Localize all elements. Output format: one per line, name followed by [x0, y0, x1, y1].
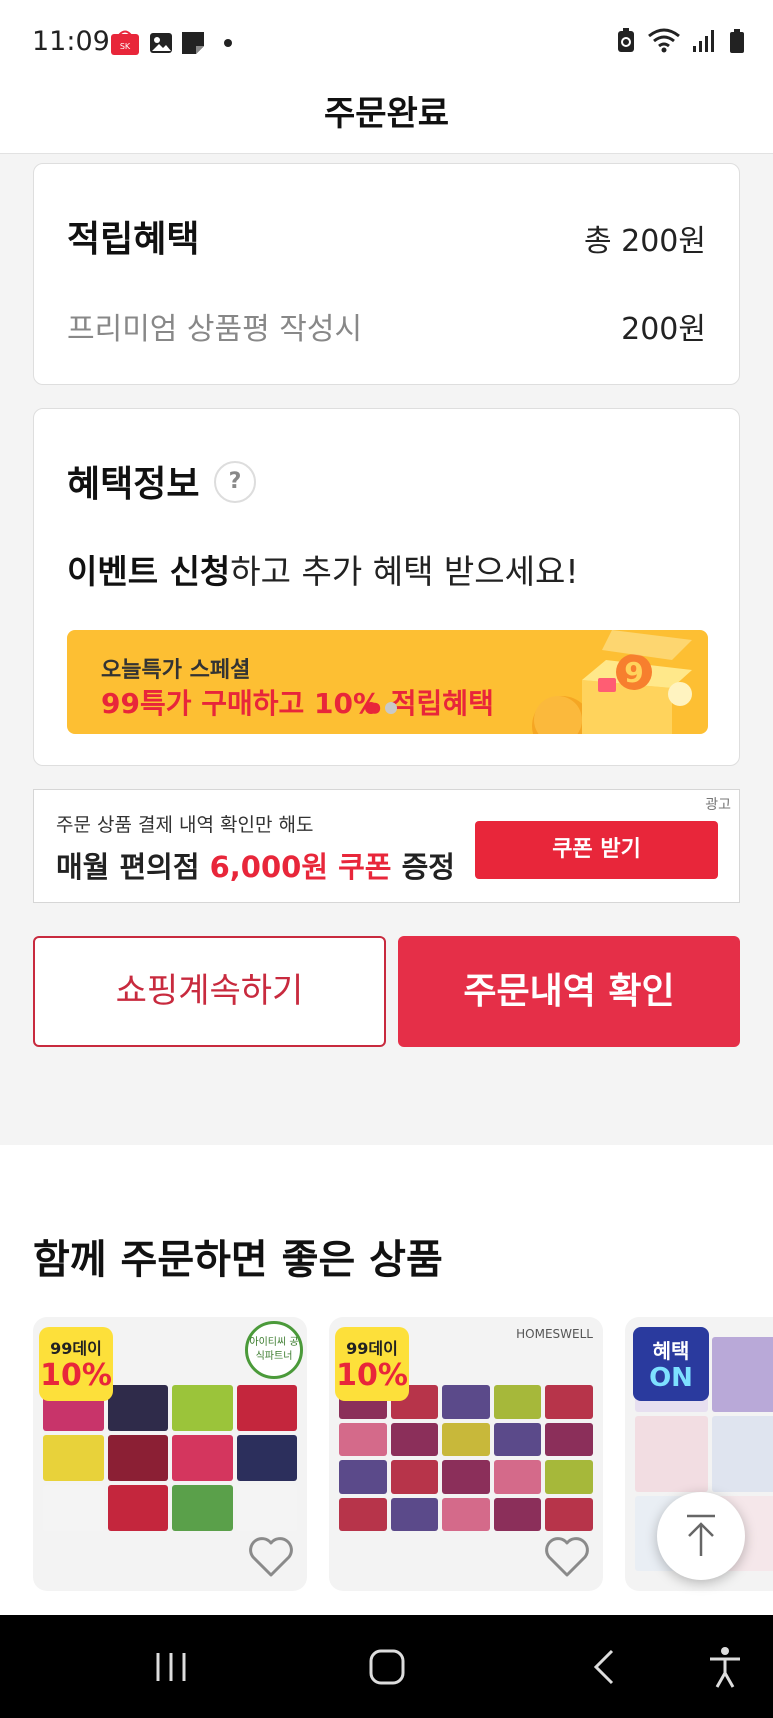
on-badge-label: 혜택 — [652, 1339, 690, 1363]
reward-card: 적립혜택 총 200원 프리미엄 상품평 작성시 200원 — [33, 163, 740, 385]
badge-label-1: 99데이 — [50, 1339, 102, 1358]
ad-banner[interactable]: 광고 주문 상품 결제 내역 확인만 해도 매월 편의점 6,000원 쿠폰 증… — [33, 789, 740, 903]
home-icon[interactable] — [362, 1643, 412, 1691]
discount-badge-1: 99데이 10% — [39, 1327, 113, 1401]
reward-title: 적립혜택 — [67, 219, 200, 260]
reward-row-label: 프리미엄 상품평 작성시 — [67, 312, 363, 347]
signal-icon — [693, 30, 714, 52]
ad-title-highlight: 6,000원 쿠폰 — [209, 850, 392, 884]
gallery-icon — [150, 33, 172, 53]
on-badge-value: ON — [649, 1363, 693, 1393]
event-prompt-rest: 하고 추가 혜택 받으세요! — [230, 552, 579, 591]
reward-total: 총 200원 — [584, 224, 706, 259]
page-header: 주문완료 — [0, 84, 773, 154]
order-history-button[interactable]: 주문내역 확인 — [398, 936, 740, 1047]
reward-row-value: 200원 — [621, 312, 706, 347]
help-icon[interactable]: ? — [214, 461, 256, 503]
product-image-2 — [339, 1385, 593, 1531]
sk-stoa-icon: SK — [111, 30, 139, 55]
ad-subtitle: 주문 상품 결제 내역 확인만 해도 — [56, 814, 314, 836]
status-bar: 11:09 SK — [0, 0, 773, 84]
promo-title: 99특가 구매하고 10% 적립혜택 — [101, 687, 494, 720]
scroll-top-button[interactable] — [657, 1492, 745, 1580]
event-prompt: 이벤트 신청하고 추가 혜택 받으세요! — [67, 545, 579, 593]
benefit-title: 혜택정보 — [67, 464, 200, 505]
badge-value-1: 10% — [40, 1358, 112, 1393]
note-icon — [182, 32, 204, 54]
ad-title-prefix: 매월 편의점 — [56, 850, 210, 884]
product-card-1[interactable]: 99데이 10% 아이티씨 공식파트너 — [33, 1317, 307, 1591]
product-image-1 — [43, 1385, 297, 1531]
heart-icon[interactable] — [543, 1535, 591, 1579]
get-coupon-button[interactable]: 쿠폰 받기 — [475, 821, 718, 879]
battery-icon — [730, 29, 744, 53]
ad-title-suffix: 증정 — [391, 850, 455, 884]
svg-text:SK: SK — [120, 42, 131, 51]
arrow-up-icon — [687, 1514, 715, 1556]
dot-icon — [224, 39, 232, 47]
official-partner-badge: 아이티씨 공식파트너 — [245, 1321, 303, 1379]
svg-text:9: 9 — [624, 656, 643, 689]
brand-label: HOMESWELL — [516, 1327, 593, 1341]
battery-saver-icon — [618, 28, 634, 52]
promo-banner[interactable]: 오늘특가 스페셜 99특가 구매하고 10% 적립혜택 9 — [67, 630, 708, 734]
benefit-on-badge: 혜택 ON — [633, 1327, 709, 1401]
ad-badge: 광고 — [705, 797, 731, 813]
ad-title: 매월 편의점 6,000원 쿠폰 증정 — [56, 844, 455, 886]
continue-shopping-button[interactable]: 쇼핑계속하기 — [33, 936, 386, 1047]
badge-value-2: 10% — [336, 1358, 408, 1393]
back-icon[interactable] — [580, 1643, 630, 1691]
product-card-2[interactable]: 99데이 10% HOMESWELL — [329, 1317, 603, 1591]
accessibility-icon[interactable] — [700, 1643, 750, 1691]
status-time: 11:09 — [32, 26, 110, 57]
benefit-card: 혜택정보 ? 이벤트 신청하고 추가 혜택 받으세요! 오늘특가 스페셜 99특… — [33, 408, 740, 766]
discount-badge-2: 99데이 10% — [335, 1327, 409, 1401]
page-title: 주문완료 — [323, 94, 450, 134]
event-prompt-bold: 이벤트 신청 — [67, 552, 231, 591]
gift-box-illustration: 9 — [532, 630, 692, 734]
wifi-icon — [648, 28, 680, 53]
promo-subtitle: 오늘특가 스페셜 — [101, 658, 251, 683]
badge-label-2: 99데이 — [346, 1339, 398, 1358]
recent-apps-icon[interactable] — [146, 1643, 196, 1691]
recommendations-title: 함께 주문하면 좋은 상품 — [33, 1237, 443, 1283]
heart-icon[interactable] — [247, 1535, 295, 1579]
system-nav-bar — [0, 1615, 773, 1718]
promo-dot-1[interactable] — [365, 702, 377, 714]
promo-dot-2[interactable] — [385, 702, 397, 714]
